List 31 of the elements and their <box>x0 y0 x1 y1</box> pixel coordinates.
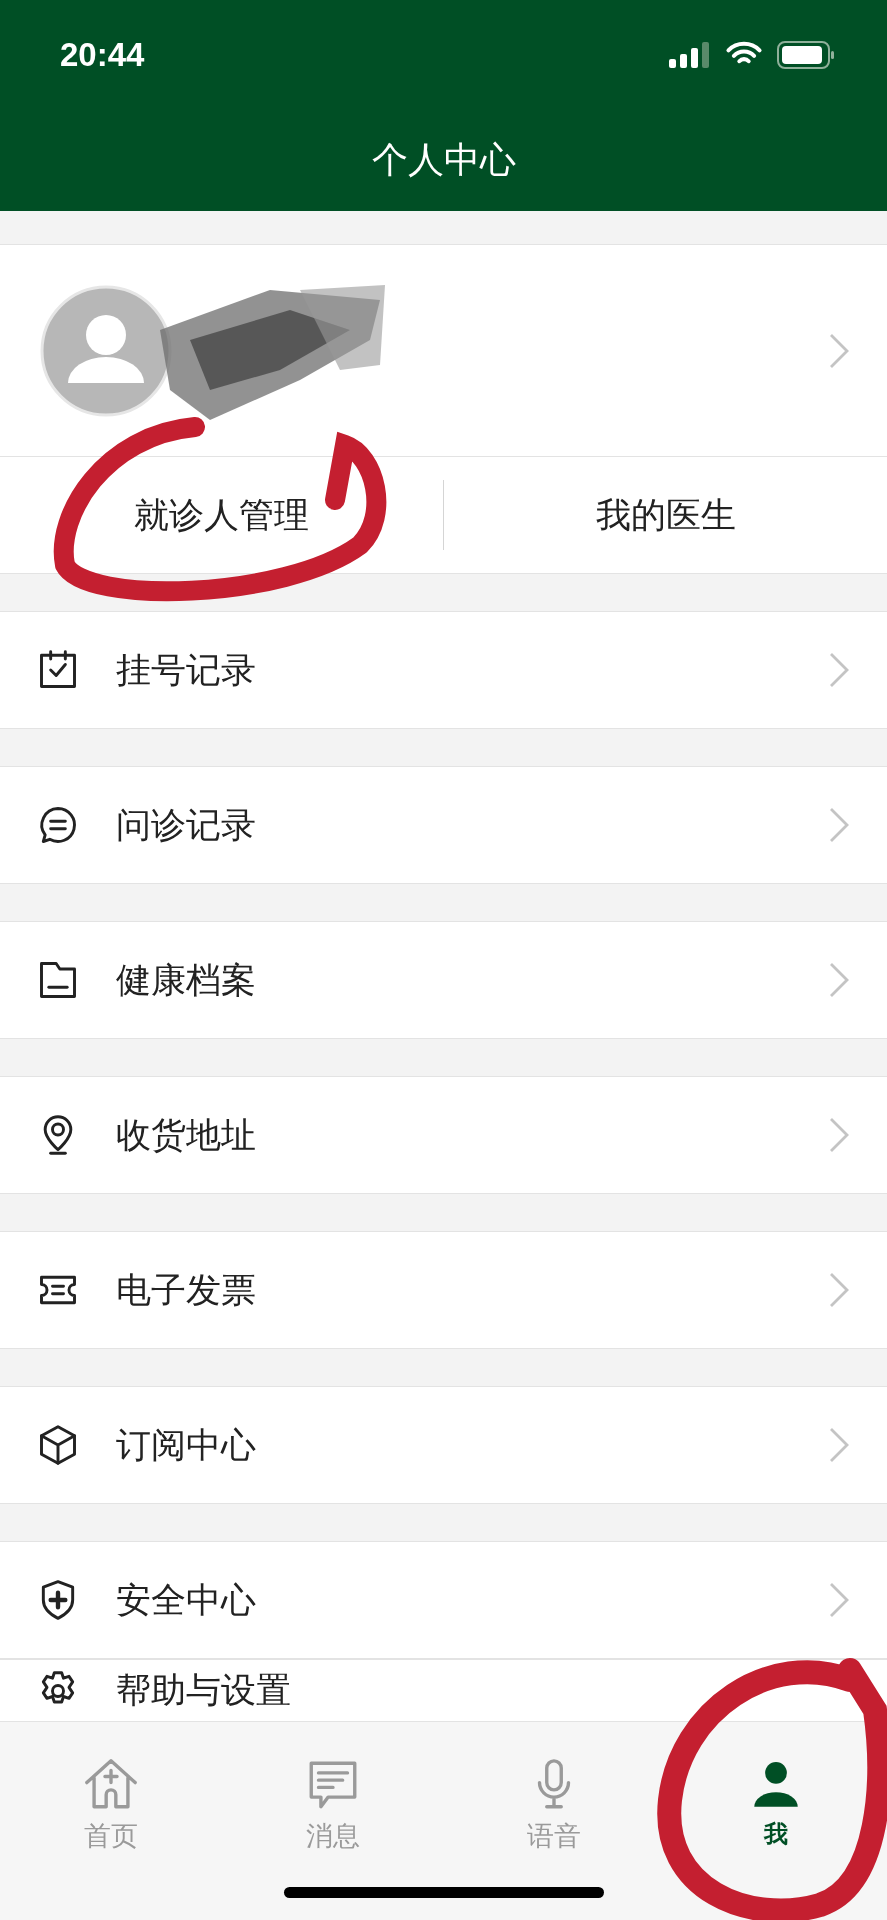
patient-management-tab[interactable]: 就诊人管理 <box>0 457 443 573</box>
menu-row[interactable]: 健康档案 <box>0 921 887 1039</box>
menu-label: 安全中心 <box>116 1578 257 1622</box>
menu-label: 帮助与设置 <box>116 1669 292 1712</box>
menu-row[interactable]: 帮助与设置 <box>0 1659 887 1722</box>
chevron-right-icon <box>829 1272 849 1308</box>
chevron-right-icon <box>829 1427 849 1463</box>
signal-icon <box>669 42 711 68</box>
menu-row[interactable]: 挂号记录 <box>0 611 887 729</box>
menu-row[interactable]: 收货地址 <box>0 1076 887 1194</box>
chevron-right-icon <box>829 1582 849 1618</box>
menu-row[interactable]: 问诊记录 <box>0 766 887 884</box>
battery-icon <box>777 41 835 69</box>
tab-bar-item[interactable]: 我 <box>665 1756 887 1850</box>
menu-label: 健康档案 <box>116 958 257 1002</box>
chevron-right-icon <box>829 332 849 369</box>
page-title: 个人中心 <box>371 138 516 182</box>
menu-label: 挂号记录 <box>116 648 257 692</box>
menu-label: 问诊记录 <box>116 803 257 847</box>
chevron-right-icon <box>829 1117 849 1153</box>
my-doctor-tab[interactable]: 我的医生 <box>444 457 887 573</box>
menu-row[interactable]: 安全中心 <box>0 1541 887 1659</box>
menu-row[interactable]: 订阅中心 <box>0 1386 887 1504</box>
menu-row[interactable]: 电子发票 <box>0 1231 887 1349</box>
chevron-right-icon <box>829 962 849 998</box>
chevron-right-icon <box>829 807 849 843</box>
menu-label: 收货地址 <box>116 1113 257 1157</box>
menu-label: 订阅中心 <box>116 1423 257 1467</box>
status-time: 20:44 <box>60 36 145 74</box>
chevron-right-icon <box>829 652 849 688</box>
menu-label: 电子发票 <box>116 1268 257 1312</box>
